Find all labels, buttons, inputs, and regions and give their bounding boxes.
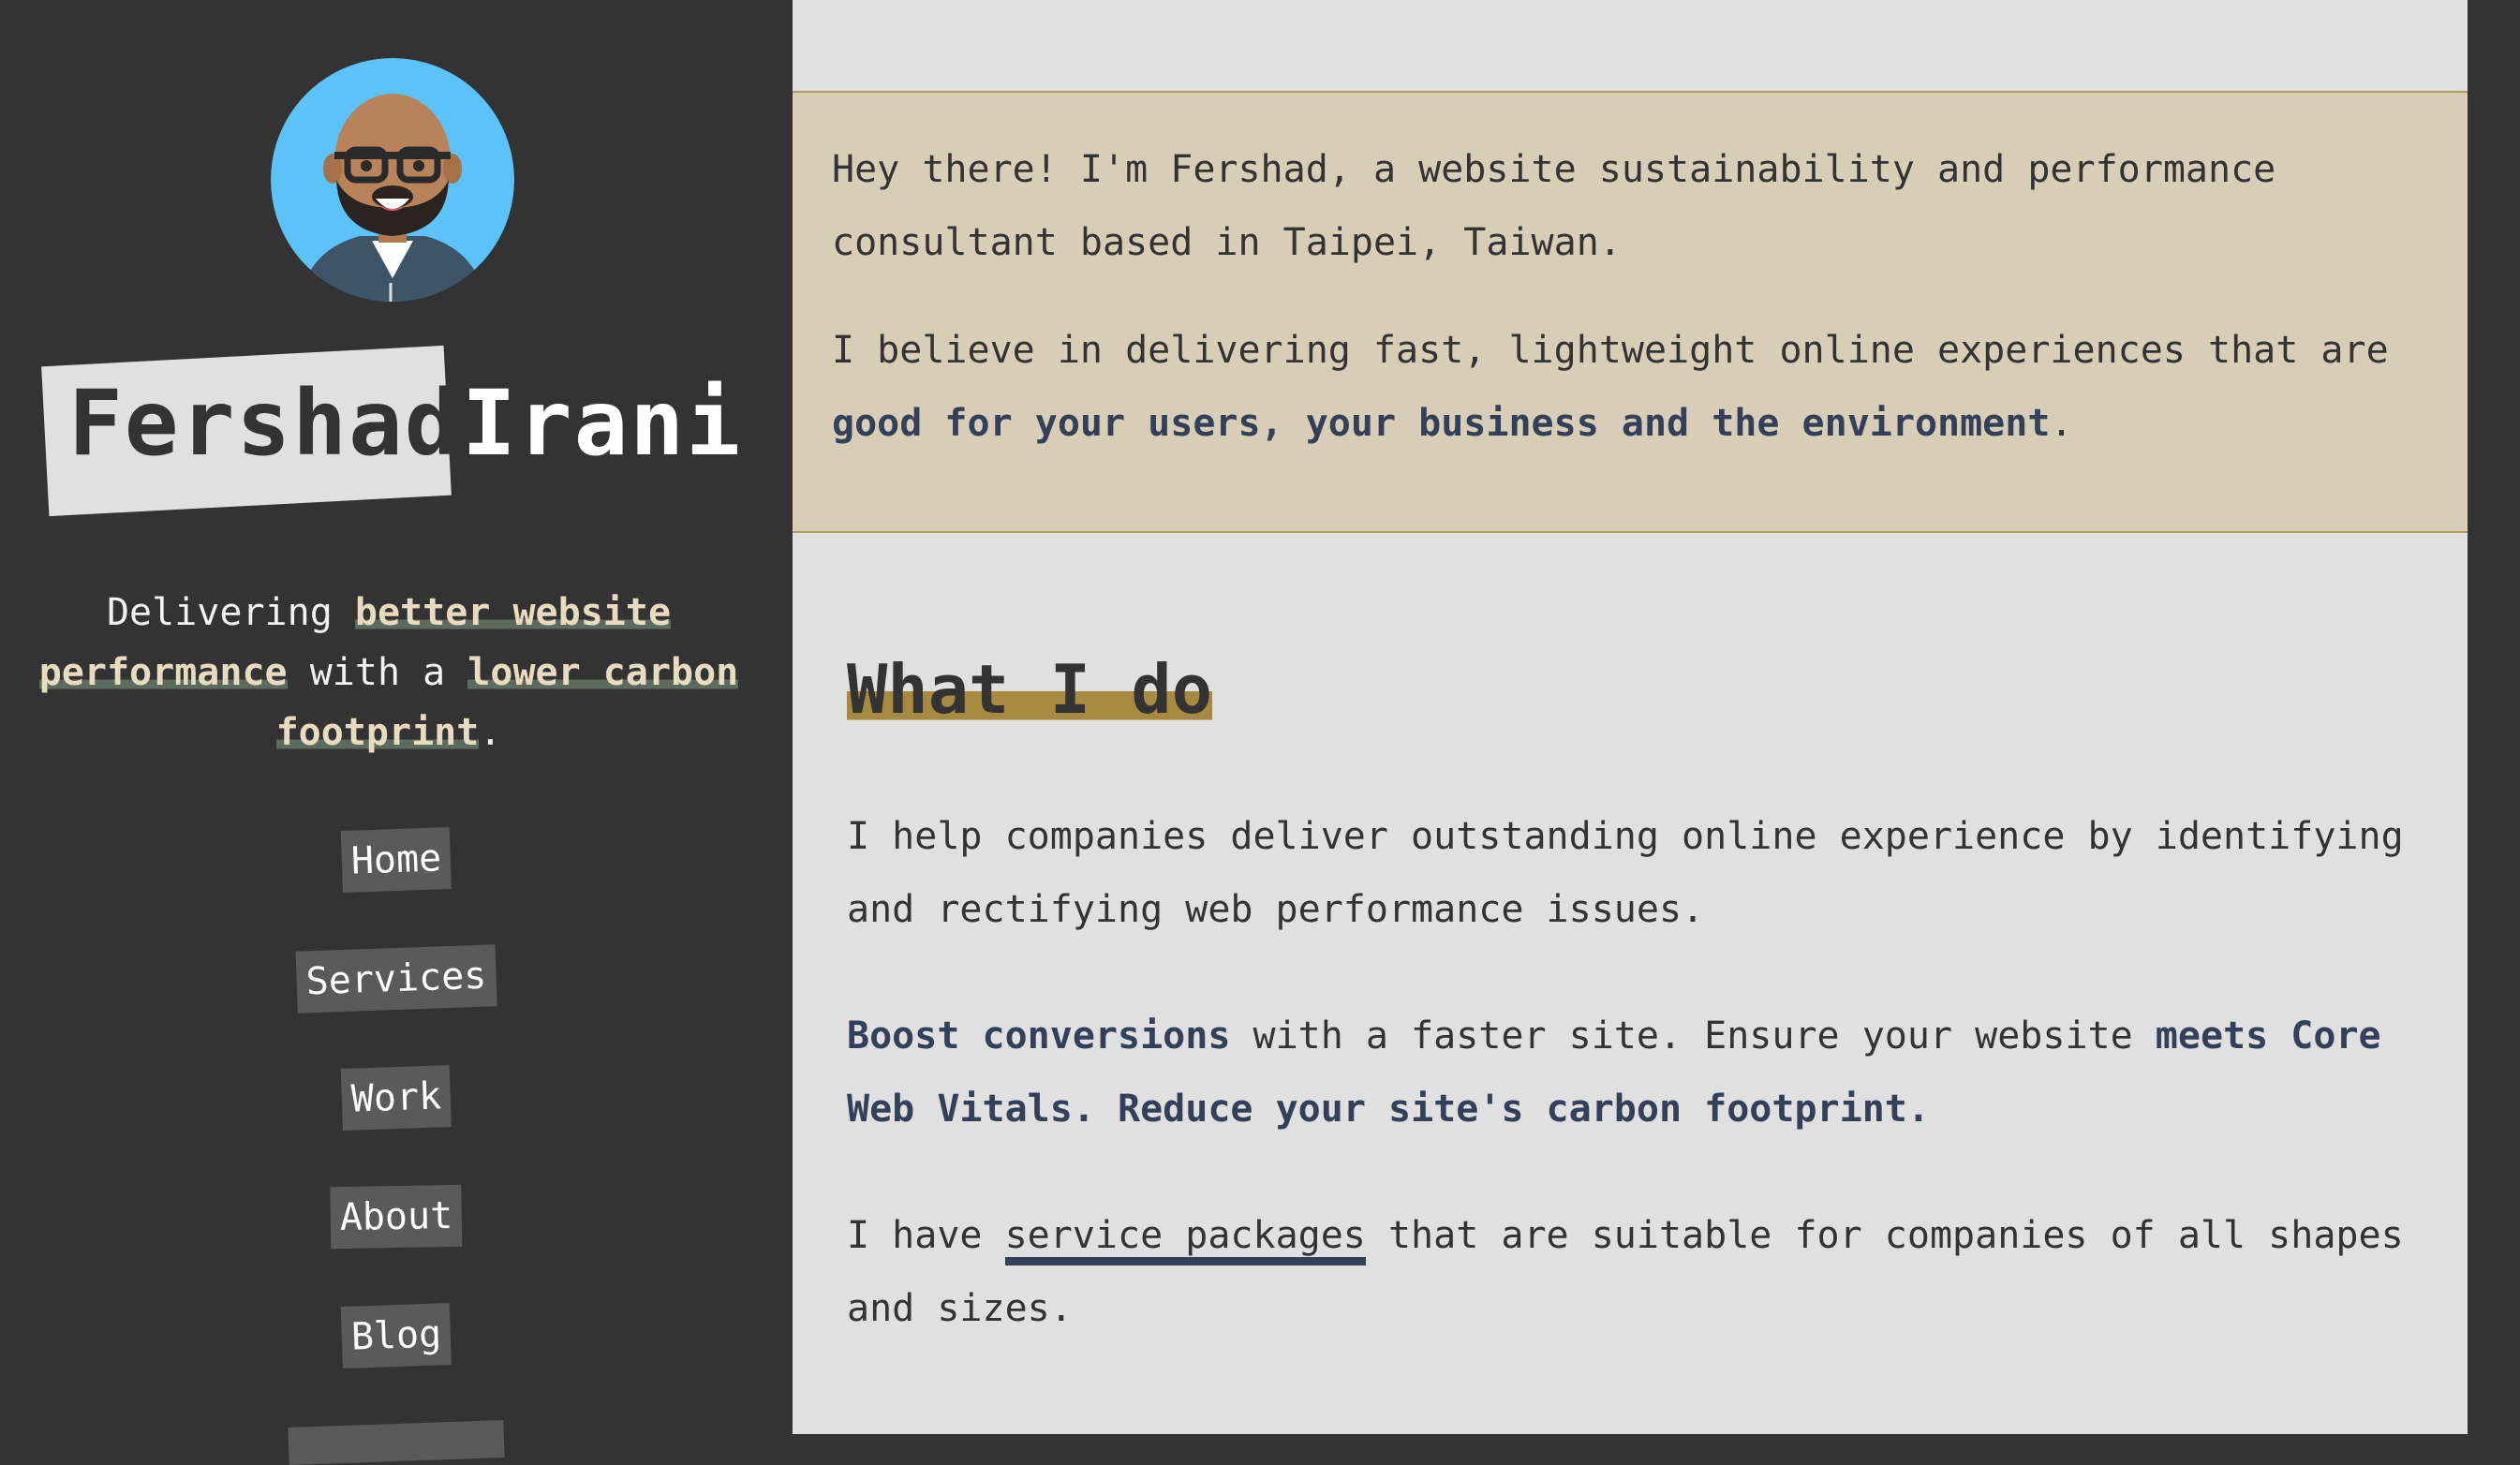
intro-banner: Hey there! I'm Fershad, a website sustai…: [793, 91, 2468, 533]
intro-text: I believe in delivering fast, lightweigh…: [832, 329, 2389, 372]
sidebar: Fershad Irani Delivering better website …: [0, 0, 793, 1465]
text: .: [1072, 1088, 1118, 1131]
tagline: Delivering better website performance wi…: [37, 583, 740, 762]
nav-work[interactable]: Work: [340, 1064, 452, 1132]
intro-paragraph: Hey there! I'm Fershad, a website sustai…: [832, 148, 2276, 264]
tagline-text: .: [479, 711, 502, 754]
emphasis: Reduce your site's carbon footprint: [1118, 1088, 1907, 1131]
nav-services[interactable]: Services: [295, 944, 497, 1014]
name-first: Fershad: [68, 371, 461, 476]
right-margin: [2468, 0, 2520, 1434]
avatar-illustration: [271, 58, 514, 302]
site-title[interactable]: Fershad Irani: [41, 345, 748, 517]
text: .: [1906, 1088, 1930, 1131]
text: I have: [847, 1214, 1005, 1257]
service-packages-link[interactable]: service packages: [1004, 1214, 1366, 1265]
section-heading: What I do: [847, 644, 1213, 734]
main-content: Hey there! I'm Fershad, a website sustai…: [793, 0, 2468, 1434]
intro-text: .: [2050, 402, 2073, 445]
section-paragraph-3: I have service packages that are suitabl…: [847, 1199, 2439, 1345]
tagline-text: Delivering: [106, 591, 355, 634]
nav-blog[interactable]: Blog: [340, 1302, 452, 1369]
nav-about[interactable]: About: [330, 1184, 463, 1250]
nav-item-partial[interactable]: [288, 1419, 505, 1465]
section-paragraph-2: Boost conversions with a faster site. En…: [847, 999, 2439, 1146]
emphasis: Boost conversions: [847, 1014, 1231, 1058]
nav-home[interactable]: Home: [340, 826, 452, 894]
text: with a faster site. Ensure your website: [1230, 1014, 2156, 1058]
section-paragraph-1: I help companies deliver outstanding onl…: [847, 815, 2404, 931]
name-last: Irani: [462, 371, 742, 476]
intro-paragraph-2: I believe in delivering fast, lightweigh…: [832, 314, 2424, 460]
intro-emphasis: good for your users, your business and t…: [832, 402, 2051, 445]
avatar: [271, 58, 514, 302]
tagline-text: with a: [287, 651, 468, 694]
